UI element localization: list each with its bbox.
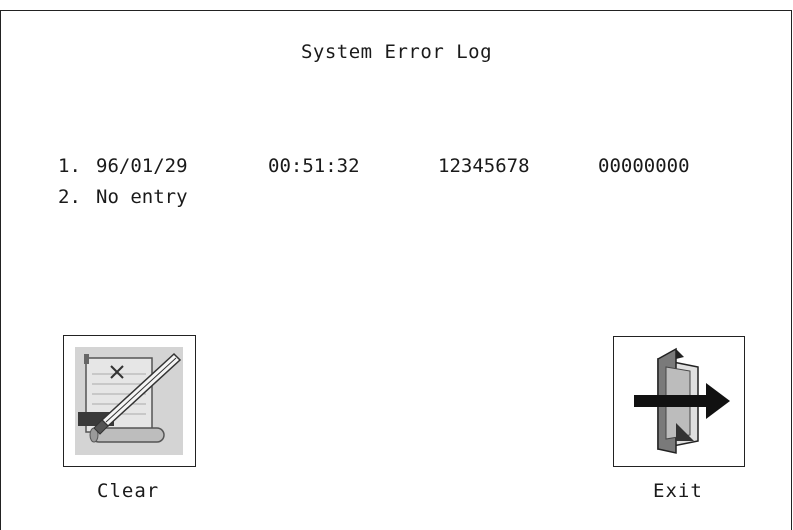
log-entry-date: 96/01/29: [96, 155, 188, 177]
clear-log-icon: [75, 347, 183, 455]
log-entry-text: No entry: [96, 186, 188, 208]
log-entry-extended-code: 00000000: [598, 155, 690, 177]
log-entry-time: 00:51:32: [268, 155, 360, 177]
page-title: System Error Log: [300, 41, 493, 63]
exit-button-label: Exit: [653, 480, 703, 502]
log-entry: 1. 96/01/29 00:51:32 12345678 00000000: [58, 155, 758, 179]
log-entry-index: 1.: [58, 155, 81, 177]
log-entry-code: 12345678: [438, 155, 530, 177]
exit-door-icon: [634, 347, 730, 454]
exit-button[interactable]: [613, 336, 745, 467]
clear-button-label: Clear: [97, 480, 160, 502]
log-entry: 2. No entry: [58, 186, 758, 210]
log-entry-index: 2.: [58, 186, 81, 208]
clear-button[interactable]: [63, 335, 196, 467]
